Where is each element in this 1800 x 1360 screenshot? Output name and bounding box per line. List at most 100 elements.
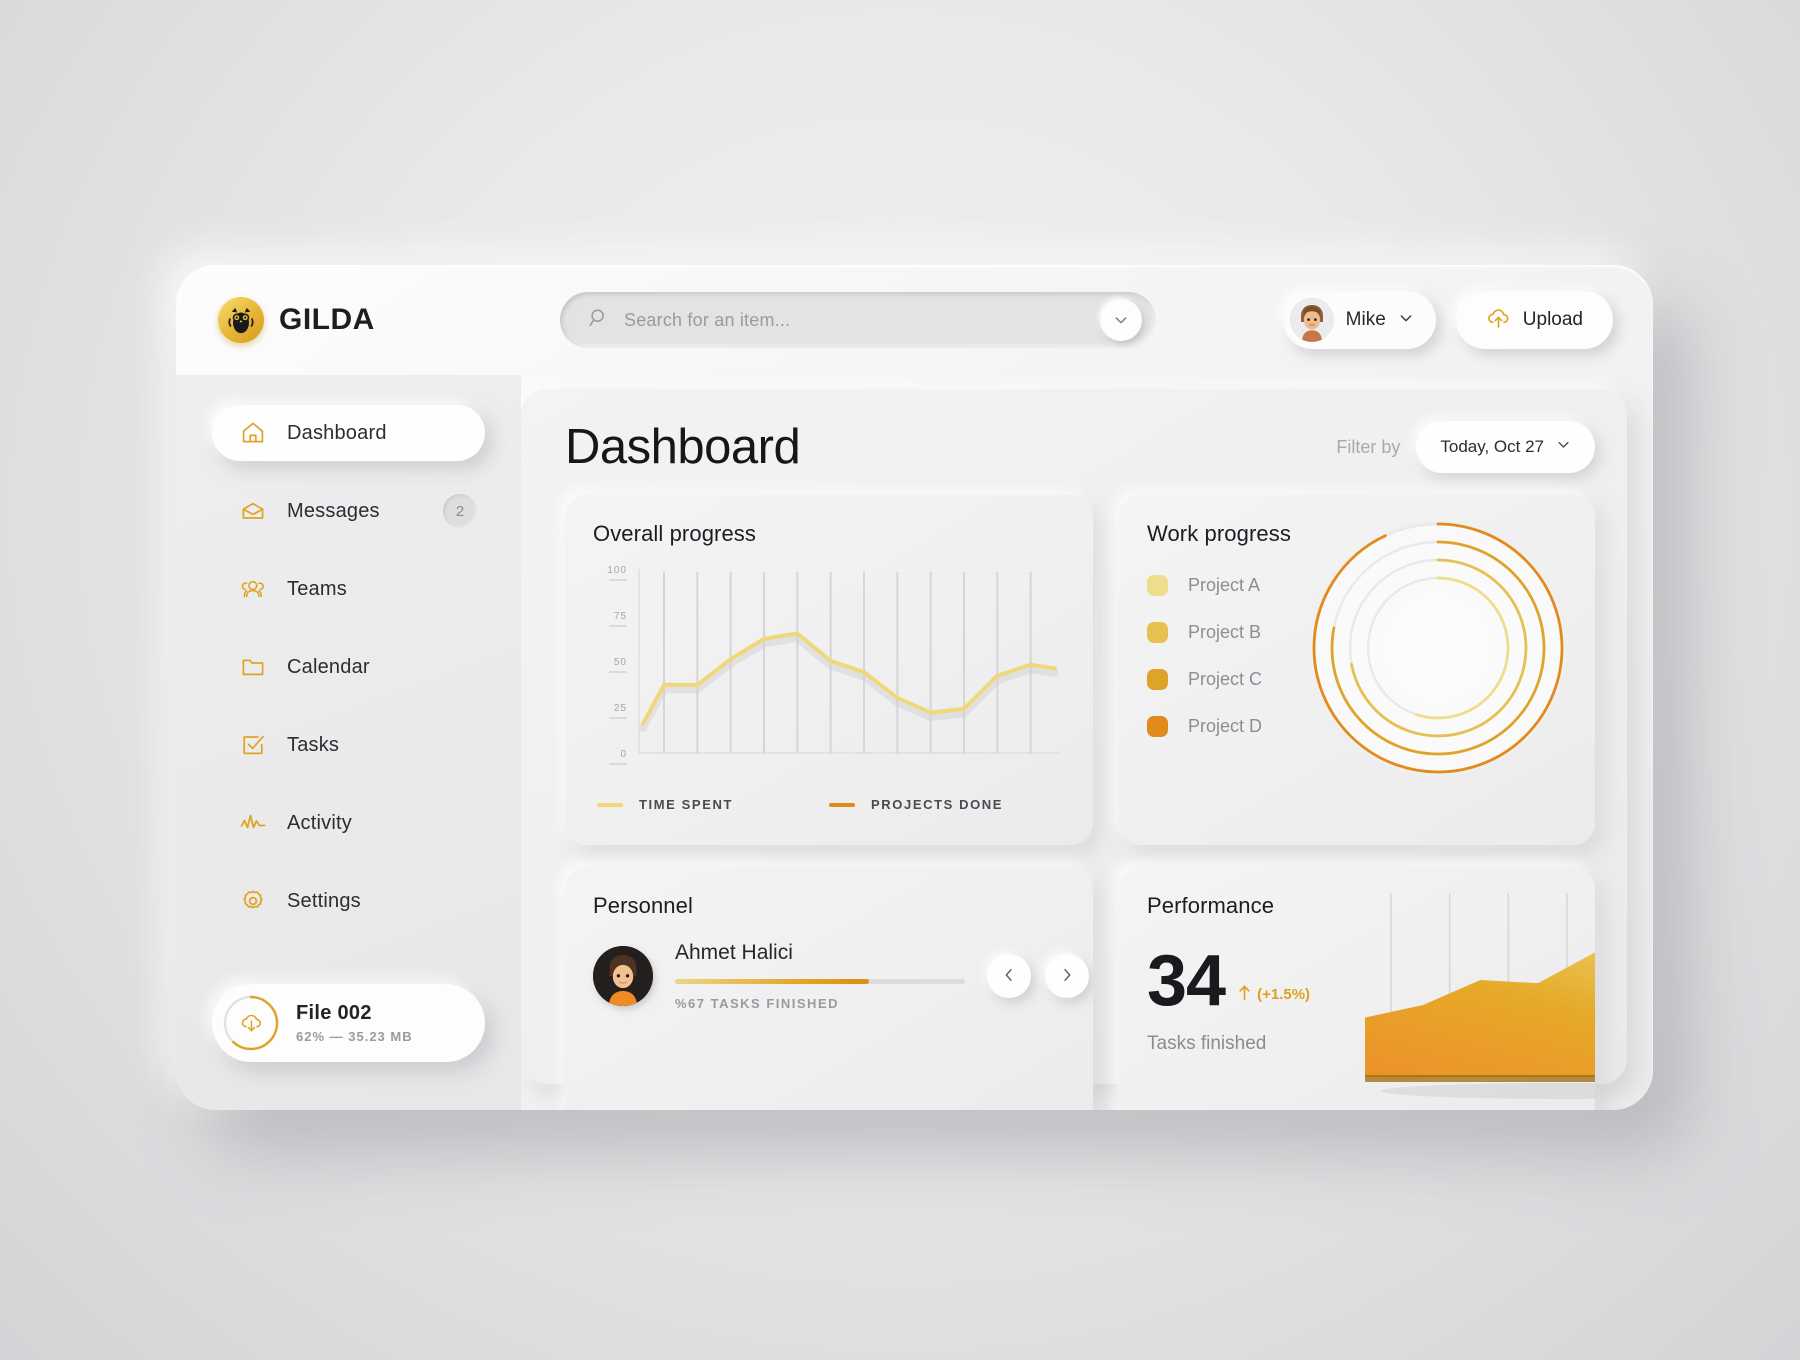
owl-icon xyxy=(218,297,264,343)
card-title: Performance xyxy=(1147,893,1275,918)
sidebar-item-messages[interactable]: Messages 2 xyxy=(212,483,485,539)
gear-icon xyxy=(239,887,267,915)
sidebar-item-label: Calendar xyxy=(287,655,370,678)
legend-color-swatch xyxy=(829,802,856,807)
avatar xyxy=(1289,298,1334,342)
file-download-card[interactable]: File 002 62% — 35.23 MB xyxy=(212,984,485,1062)
personnel-card: Personnel Ahmet Halici %67 TASKS FINISHE… xyxy=(565,867,1093,1110)
project-color-swatch xyxy=(1147,575,1168,596)
card-title: Personnel xyxy=(593,893,693,918)
sidebar-item-label: Activity xyxy=(287,811,352,834)
svg-text:25: 25 xyxy=(614,703,627,714)
upload-button[interactable]: Upload xyxy=(1455,291,1613,349)
filter-dropdown[interactable]: Today, Oct 27 xyxy=(1416,421,1595,473)
sidebar-item-activity[interactable]: Activity xyxy=(212,795,485,851)
svg-text:100: 100 xyxy=(607,565,627,576)
chevron-down-icon xyxy=(1398,310,1414,331)
project-label: Project D xyxy=(1188,716,1263,736)
chevron-right-icon xyxy=(1059,967,1075,986)
sidebar: Dashboard Messages 2 Teams Calendar Task… xyxy=(176,375,521,1110)
work-progress-rings xyxy=(1307,517,1569,779)
legend-item-projects-done: PROJECTS DONE xyxy=(829,797,1003,812)
overall-progress-card: Overall progress 0 25 50 75 100 TIME SPENT xyxy=(565,495,1093,845)
pulse-icon xyxy=(239,809,267,837)
search-input[interactable] xyxy=(624,309,1100,331)
folder-icon xyxy=(239,653,267,681)
next-person-button[interactable] xyxy=(1045,954,1089,998)
user-name: Mike xyxy=(1345,309,1386,330)
main-panel: Dashboard Filter by Today, Oct 27 Overal… xyxy=(521,389,1627,1110)
sidebar-item-dashboard[interactable]: Dashboard xyxy=(212,405,485,461)
project-color-swatch xyxy=(1147,622,1168,643)
performance-inner: Performance 34 (+1.5%) Tasks finished xyxy=(1147,892,1595,1108)
svg-text:50: 50 xyxy=(614,657,627,668)
app-window: GILDA Search for an item... Mike Upload … xyxy=(176,265,1653,1110)
filter-value: Today, Oct 27 xyxy=(1440,437,1544,456)
legend-label: PROJECTS DONE xyxy=(871,797,1004,812)
chart-legend: TIME SPENT PROJECTS DONE xyxy=(593,797,1065,812)
project-color-swatch xyxy=(1147,669,1168,690)
search-icon xyxy=(588,307,610,334)
sidebar-item-calendar[interactable]: Calendar xyxy=(212,639,485,695)
personnel-row: Ahmet Halici %67 TASKS FINISHED xyxy=(593,941,1089,1011)
legend-color-swatch xyxy=(597,802,623,807)
search-bar[interactable] xyxy=(560,292,1156,348)
filter-controls: Filter by Today, Oct 27 xyxy=(1336,421,1595,473)
app-body: Dashboard Messages 2 Teams Calendar Task… xyxy=(176,375,1653,1110)
messages-badge: 2 xyxy=(443,494,477,528)
users-icon xyxy=(239,575,267,603)
sidebar-item-label: Settings xyxy=(287,889,361,912)
chevron-left-icon xyxy=(1001,967,1017,986)
file-title: File 002 xyxy=(296,1002,372,1024)
user-menu[interactable]: Mike xyxy=(1282,291,1436,349)
file-progress-ring xyxy=(222,994,280,1052)
sidebar-item-teams[interactable]: Teams xyxy=(212,561,485,617)
home-icon xyxy=(239,419,267,447)
project-color-swatch xyxy=(1147,716,1168,737)
file-subtitle: 62% — 35.23 MB xyxy=(296,1029,413,1044)
svg-text:0: 0 xyxy=(620,749,627,760)
sidebar-item-label: Teams xyxy=(287,577,347,600)
performance-subtitle: Tasks finished xyxy=(1147,1033,1267,1055)
project-label: Project A xyxy=(1188,575,1261,595)
performance-value-row: 34 (+1.5%) xyxy=(1147,941,1357,1021)
brand-logo[interactable]: GILDA xyxy=(218,297,518,343)
envelope-icon xyxy=(239,497,267,525)
personnel-progress-bar xyxy=(675,979,965,984)
sidebar-item-settings[interactable]: Settings xyxy=(212,873,485,929)
legend-item-time-spent: TIME SPENT xyxy=(597,797,733,812)
overall-progress-chart: 0 25 50 75 100 xyxy=(593,561,1065,783)
work-progress-card: Work progress Project A Project B Projec… xyxy=(1119,495,1595,845)
performance-delta: (+1.5%) xyxy=(1237,984,1310,1005)
performance-value: 34 xyxy=(1147,941,1226,1021)
top-bar: GILDA Search for an item... Mike Upload xyxy=(176,265,1653,375)
top-bar-right: Mike Upload xyxy=(1282,291,1613,349)
page-title: Dashboard xyxy=(565,420,801,474)
cloud-upload-icon xyxy=(1486,306,1511,334)
svg-text:75: 75 xyxy=(614,611,627,622)
sidebar-item-label: Dashboard xyxy=(287,421,387,444)
personnel-progress-text: %67 TASKS FINISHED xyxy=(675,996,840,1011)
avatar xyxy=(593,946,653,1006)
cloud-download-icon xyxy=(222,994,280,1052)
chevron-down-icon xyxy=(1556,437,1571,457)
personnel-progress-fill xyxy=(675,979,870,984)
dashboard-grid: Overall progress 0 25 50 75 100 TIME SPENT xyxy=(565,495,1595,1110)
arrow-up-icon xyxy=(1237,984,1252,1005)
search-dropdown-button[interactable] xyxy=(1100,299,1142,341)
personnel-details: Ahmet Halici %67 TASKS FINISHED xyxy=(675,941,965,1011)
personnel-name: Ahmet Halici xyxy=(675,941,793,964)
performance-chart xyxy=(1357,892,1595,1108)
upload-label: Upload xyxy=(1522,309,1583,330)
project-label: Project B xyxy=(1188,622,1262,642)
personnel-pager xyxy=(987,954,1089,998)
checkbox-icon xyxy=(239,731,267,759)
previous-person-button[interactable] xyxy=(987,954,1031,998)
performance-delta-text: (+1.5%) xyxy=(1257,986,1311,1004)
sidebar-item-tasks[interactable]: Tasks xyxy=(212,717,485,773)
performance-card: Performance 34 (+1.5%) Tasks finished xyxy=(1119,867,1595,1110)
legend-label: TIME SPENT xyxy=(639,797,734,812)
main-content: Dashboard Filter by Today, Oct 27 Overal… xyxy=(521,375,1653,1110)
brand-name: GILDA xyxy=(279,303,375,336)
filter-label: Filter by xyxy=(1336,436,1401,457)
